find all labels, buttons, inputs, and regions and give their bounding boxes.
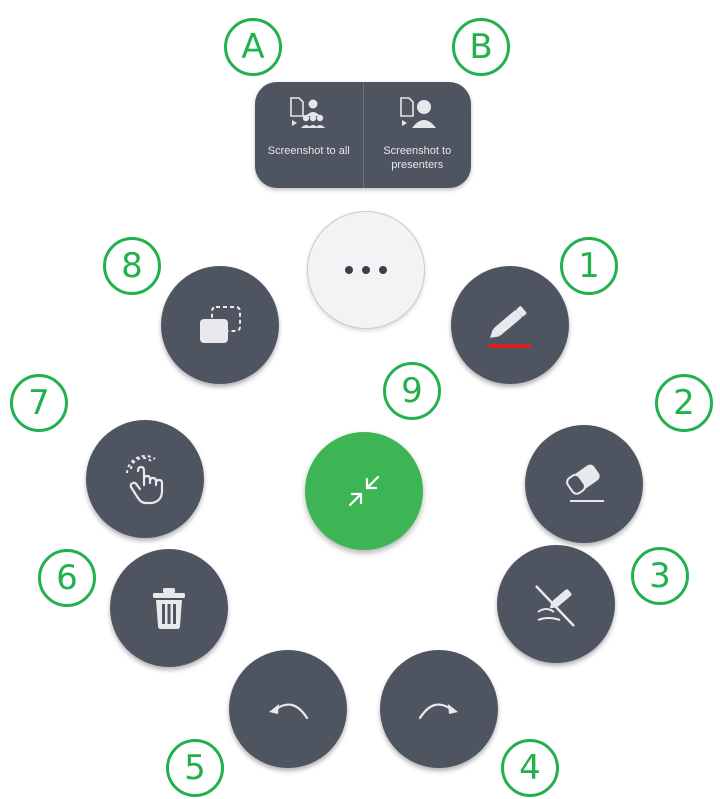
collapse-icon (348, 475, 380, 507)
eraser-icon (566, 464, 604, 502)
clear-my-annotations-button[interactable] (497, 545, 615, 663)
delete-button[interactable] (110, 549, 228, 667)
screenshot-to-all-label: Screenshot to all (267, 145, 350, 157)
pen-button[interactable] (451, 266, 569, 384)
screenshot-to-presenters-button[interactable]: Screenshot to presenters (362, 82, 472, 188)
callout-8: 8 (103, 237, 161, 295)
eraser-button[interactable] (525, 425, 643, 543)
callout-a: A (224, 18, 282, 76)
callout-1: 1 (560, 237, 618, 295)
collapse-button[interactable] (305, 432, 423, 550)
switch-screen-icon (200, 306, 241, 343)
callout-5: 5 (166, 739, 224, 797)
clear-my-annotations-icon (535, 585, 575, 627)
screenshot-to-presenters-icon (400, 97, 437, 128)
redo-button[interactable] (380, 650, 498, 768)
undo-button[interactable] (229, 650, 347, 768)
callout-7: 7 (10, 374, 68, 432)
screenshot-to-all-icon (289, 97, 325, 128)
screenshot-menu: Screenshot to all Screenshot to presente… (255, 82, 471, 188)
more-button[interactable] (307, 211, 425, 329)
pen-icon (489, 306, 531, 348)
switch-screen-button[interactable] (161, 266, 279, 384)
touch-icon (126, 454, 164, 505)
redo-icon (418, 703, 458, 720)
screenshot-to-presenters-label: Screenshot to presenters (383, 145, 452, 171)
callout-3: 3 (631, 547, 689, 605)
callout-4: 4 (501, 739, 559, 797)
undo-icon (269, 703, 309, 720)
more-icon (345, 266, 387, 274)
callout-2: 2 (655, 374, 713, 432)
trash-icon (153, 588, 185, 629)
callout-9: 9 (383, 362, 441, 420)
touch-button[interactable] (86, 420, 204, 538)
screenshot-to-all-button[interactable]: Screenshot to all (255, 82, 363, 188)
callout-b: B (452, 18, 510, 76)
callout-6: 6 (38, 549, 96, 607)
